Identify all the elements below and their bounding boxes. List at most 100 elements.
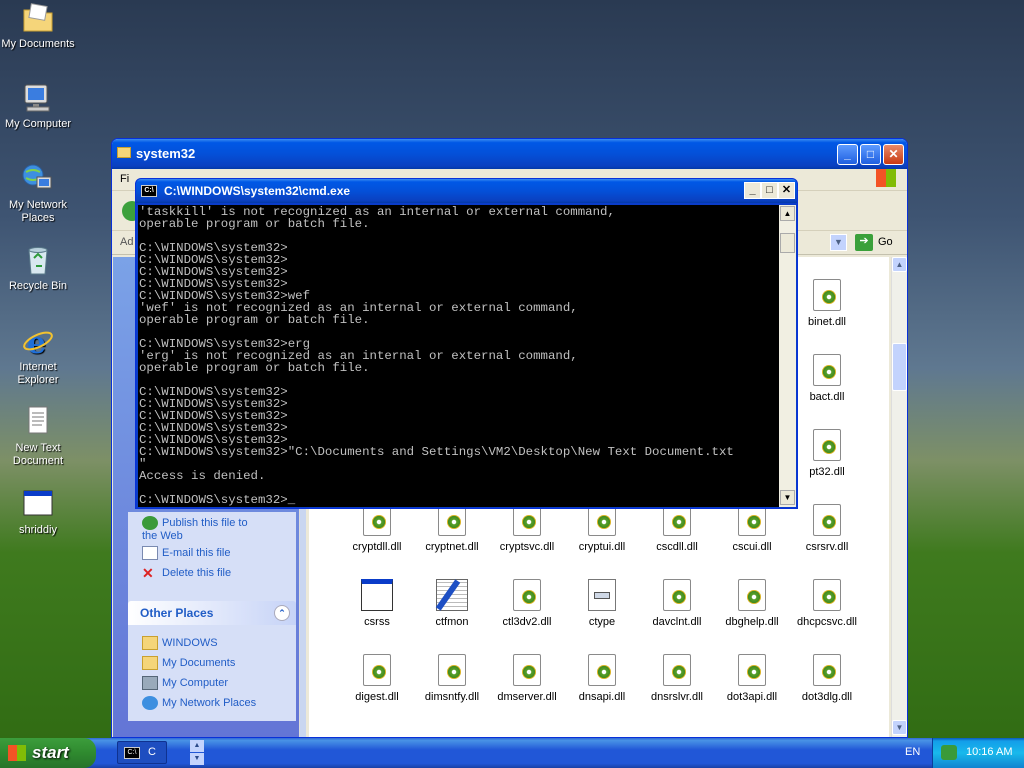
close-button[interactable]: ✕: [883, 144, 904, 165]
desktop-icon-my-computer[interactable]: My Computer: [0, 82, 76, 131]
svg-text:e: e: [27, 326, 46, 357]
file-item[interactable]: davclnt.dll: [635, 579, 719, 628]
file-item[interactable]: ctl3dv2.dll: [485, 579, 569, 628]
desktop-icon-label: My Network Places: [8, 199, 68, 224]
folder-icon: [142, 636, 158, 650]
scroll-thumb[interactable]: [892, 343, 907, 391]
file-item[interactable]: dbghelp.dll: [710, 579, 794, 628]
desktop-icon-my-documents[interactable]: My Documents: [0, 2, 76, 51]
cmd-titlebar[interactable]: C:\ C:\WINDOWS\system32\cmd.exe _ □ ✕: [136, 179, 797, 203]
collapse-chevron-icon[interactable]: ⌃: [274, 605, 290, 621]
dll-gear-icon: [438, 654, 466, 686]
folder-documents-icon: [142, 656, 158, 670]
cmd-scrollbar[interactable]: ▲ ▼: [779, 205, 796, 507]
ctfmon-pen-icon: [435, 579, 468, 611]
taskbar-task-cmd[interactable]: C:\ C: [117, 741, 167, 764]
cmd-title: C:\WINDOWS\system32\cmd.exe: [164, 184, 351, 198]
address-dropdown-button[interactable]: ▼: [830, 234, 847, 251]
delete-link[interactable]: ✕ Delete this file: [142, 566, 231, 580]
cmd-window[interactable]: C:\ C:\WINDOWS\system32\cmd.exe _ □ ✕ 't…: [135, 178, 798, 509]
cmd-scroll-down-button[interactable]: ▼: [780, 490, 795, 505]
network-tray-icon[interactable]: [941, 745, 957, 760]
file-item[interactable]: cryptnet.dll: [410, 504, 494, 553]
clock[interactable]: 10:16 AM: [966, 746, 1012, 758]
file-item[interactable]: dnsrslvr.dll: [635, 654, 719, 703]
file-item[interactable]: dot3dlg.dll: [785, 654, 869, 703]
dll-gear-icon: [813, 654, 841, 686]
desktop-icon-label: shriddiy: [19, 524, 57, 536]
dll-gear-icon: [738, 579, 766, 611]
publish-web-link[interactable]: Publish this file to the Web: [142, 516, 262, 542]
file-tasks-panel: Publish this file to the Web E-mail this…: [128, 512, 296, 604]
file-item[interactable]: dmserver.dll: [485, 654, 569, 703]
dll-gear-icon: [738, 654, 766, 686]
dll-gear-icon: [363, 654, 391, 686]
file-item[interactable]: cryptsvc.dll: [485, 504, 569, 553]
explorer-titlebar[interactable]: system32 _ □ ✕: [112, 139, 907, 169]
file-item[interactable]: csrss: [335, 579, 419, 628]
desktop-icon-shriddiy[interactable]: shriddiy: [0, 488, 76, 537]
application-icon: [21, 488, 55, 520]
go-button-label[interactable]: Go: [878, 236, 893, 248]
cmd-icon: C:\: [124, 747, 140, 759]
cmd-scroll-up-button[interactable]: ▲: [780, 206, 795, 221]
publish-web-icon: [142, 516, 158, 530]
other-places-header[interactable]: Other Places ⌃: [128, 601, 296, 625]
place-my-documents[interactable]: My Documents: [142, 656, 235, 670]
cmd-scroll-thumb[interactable]: [780, 233, 795, 253]
desktop-icon-internet-explorer[interactable]: e Internet Explorer: [0, 325, 76, 387]
go-arrow-icon[interactable]: ➔: [855, 234, 873, 251]
taskbar-scroll-up[interactable]: ▲: [190, 740, 204, 752]
file-item[interactable]: cscui.dll: [710, 504, 794, 553]
desktop-icon-label: Recycle Bin: [8, 280, 68, 292]
file-item[interactable]: dot3api.dll: [710, 654, 794, 703]
place-network-places[interactable]: My Network Places: [142, 696, 256, 710]
desktop-icon-network-places[interactable]: My Network Places: [0, 163, 76, 225]
file-item[interactable]: ctype: [560, 579, 644, 628]
desktop-icon-recycle-bin[interactable]: Recycle Bin: [0, 244, 76, 293]
cmd-maximize-button[interactable]: □: [761, 182, 778, 199]
other-places-title: Other Places: [140, 606, 214, 620]
dll-gear-icon: [663, 654, 691, 686]
delete-x-icon: ✕: [142, 565, 154, 581]
file-item[interactable]: digest.dll: [335, 654, 419, 703]
taskbar: start C:\ C ▲ ▼ EN 10:16 AM: [0, 738, 1024, 768]
place-windows[interactable]: WINDOWS: [142, 636, 218, 650]
network-icon: [142, 696, 158, 710]
file-item[interactable]: cryptdll.dll: [335, 504, 419, 553]
start-label: start: [32, 743, 69, 762]
taskbar-scroll-down[interactable]: ▼: [190, 753, 204, 765]
dll-gear-icon: [813, 504, 841, 536]
file-item[interactable]: csrsrv.dll: [785, 504, 869, 553]
folder-documents-icon: [21, 2, 55, 34]
file-item[interactable]: cryptui.dll: [560, 504, 644, 553]
dll-gear-icon: [813, 429, 841, 461]
explorer-scrollbar[interactable]: ▲ ▼: [891, 257, 907, 737]
scroll-down-button[interactable]: ▼: [892, 720, 907, 735]
file-item[interactable]: dimsntfy.dll: [410, 654, 494, 703]
start-button[interactable]: start: [0, 738, 96, 768]
console-output[interactable]: 'taskkill' is not recognized as an inter…: [138, 205, 779, 507]
scroll-up-button[interactable]: ▲: [892, 257, 907, 272]
file-item[interactable]: cscdll.dll: [635, 504, 719, 553]
network-icon: [21, 163, 55, 195]
dll-gear-icon: [813, 579, 841, 611]
cmd-minimize-button[interactable]: _: [744, 182, 761, 199]
file-item[interactable]: ctfmon: [410, 579, 494, 628]
language-indicator[interactable]: EN: [905, 746, 920, 758]
file-item[interactable]: dnsapi.dll: [560, 654, 644, 703]
dll-gear-icon: [513, 654, 541, 686]
desktop-icon-new-text-document[interactable]: New Text Document: [0, 406, 76, 468]
computer-icon: [21, 82, 55, 114]
minimize-button[interactable]: _: [837, 144, 858, 165]
cmd-close-button[interactable]: ✕: [778, 182, 795, 199]
file-item[interactable]: dhcpcsvc.dll: [785, 579, 869, 628]
maximize-button[interactable]: □: [860, 144, 881, 165]
document-icon: [588, 579, 616, 611]
place-my-computer[interactable]: My Computer: [142, 676, 228, 690]
dll-gear-icon: [513, 579, 541, 611]
menu-file[interactable]: Fi: [120, 173, 129, 185]
email-link[interactable]: E-mail this file: [142, 546, 230, 560]
recycle-bin-icon: [21, 244, 55, 276]
email-icon: [142, 546, 158, 560]
